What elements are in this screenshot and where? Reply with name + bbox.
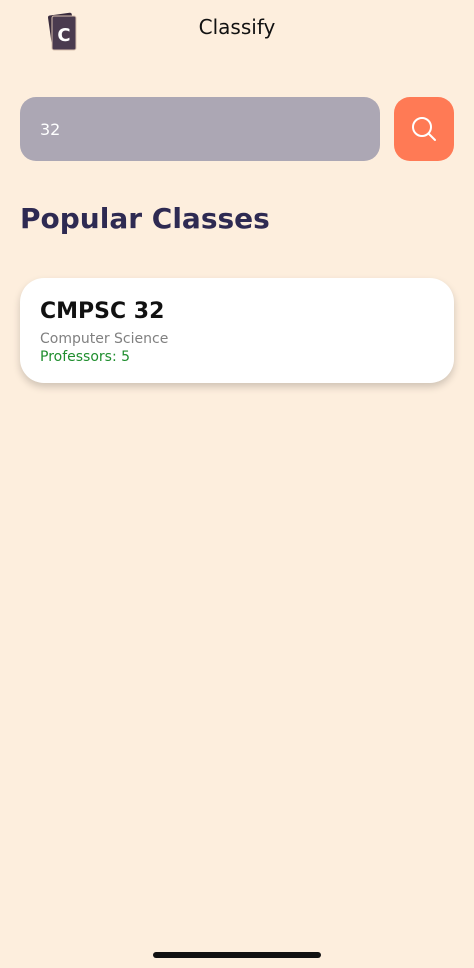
search-button[interactable] xyxy=(394,97,454,161)
search-field[interactable] xyxy=(20,97,380,161)
class-code: CMPSC 32 xyxy=(40,299,165,324)
app-title: Classify xyxy=(198,15,276,39)
app-header: C Classify xyxy=(0,0,474,56)
search-input[interactable] xyxy=(40,119,360,139)
search-icon xyxy=(412,117,436,141)
section-title: Popular Classes xyxy=(20,202,270,235)
search-row xyxy=(20,97,454,161)
class-department: Computer Science xyxy=(40,331,169,347)
class-card[interactable]: CMPSC 32 Computer Science Professors: 5 xyxy=(20,278,454,383)
class-professors: Professors: 5 xyxy=(40,349,131,365)
home-indicator[interactable] xyxy=(153,952,321,958)
